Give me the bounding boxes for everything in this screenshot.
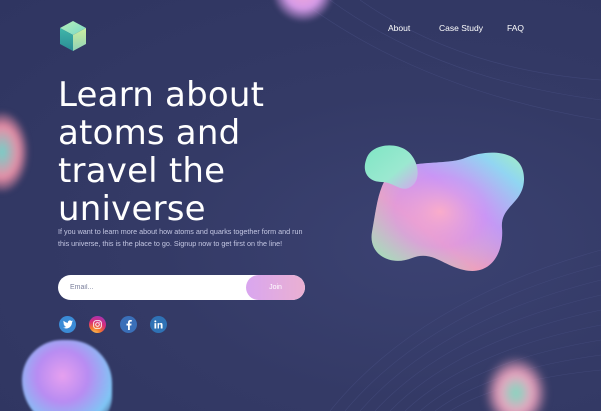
linkedin-icon[interactable] (150, 316, 167, 333)
hero-title-line: atoms and (58, 113, 241, 153)
signup-form: Join (58, 275, 305, 300)
nav-link-about[interactable]: About (388, 22, 410, 34)
hero-title-line: travel the (58, 151, 226, 191)
facebook-icon[interactable] (120, 316, 137, 333)
email-input[interactable] (58, 275, 246, 300)
hero-title: Learn about atoms and travel the univers… (58, 76, 318, 228)
nav-link-faq[interactable]: FAQ (507, 22, 524, 34)
logo-cube-icon[interactable] (59, 20, 87, 52)
hero-title-line: Learn about (58, 75, 265, 115)
join-button[interactable]: Join (246, 275, 305, 300)
twitter-icon[interactable] (59, 316, 76, 333)
nav-link-case-study[interactable]: Case Study (439, 22, 483, 34)
hero-title-line: universe (58, 189, 206, 229)
hero-description: If you want to learn more about how atom… (58, 227, 303, 248)
instagram-icon[interactable] (89, 316, 106, 333)
iridescent-blob-illustration (364, 145, 525, 271)
